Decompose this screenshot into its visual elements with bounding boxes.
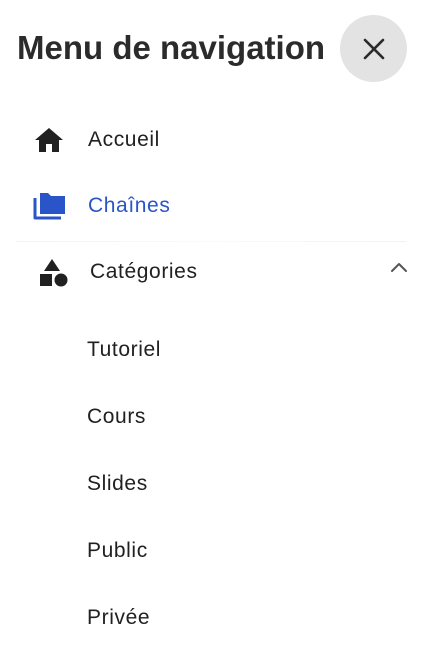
close-icon bbox=[363, 38, 384, 59]
home-icon bbox=[32, 123, 66, 157]
category-item-slides[interactable]: Slides bbox=[87, 472, 148, 496]
category-item-privee[interactable]: Privée bbox=[87, 606, 150, 630]
chevron-up-icon[interactable] bbox=[386, 254, 412, 280]
nav-item-chaines[interactable]: Chaînes bbox=[16, 176, 406, 236]
category-item-tutoriel[interactable]: Tutoriel bbox=[87, 338, 161, 362]
navigation-drawer: Menu de navigation Accueil Chaînes Catég… bbox=[0, 0, 421, 661]
nav-item-label: Catégories bbox=[90, 260, 198, 283]
category-item-public[interactable]: Public bbox=[87, 539, 148, 563]
nav-item-categories[interactable]: Catégories bbox=[16, 242, 407, 302]
close-button[interactable] bbox=[340, 15, 407, 82]
nav-item-label: Accueil bbox=[88, 128, 160, 151]
nav-item-label: Chaînes bbox=[88, 194, 171, 217]
category-shapes-icon bbox=[36, 255, 70, 289]
nav-item-accueil[interactable]: Accueil bbox=[16, 110, 406, 170]
drawer-title: Menu de navigation bbox=[17, 29, 326, 66]
category-item-cours[interactable]: Cours bbox=[87, 405, 146, 429]
folders-icon bbox=[32, 189, 66, 223]
